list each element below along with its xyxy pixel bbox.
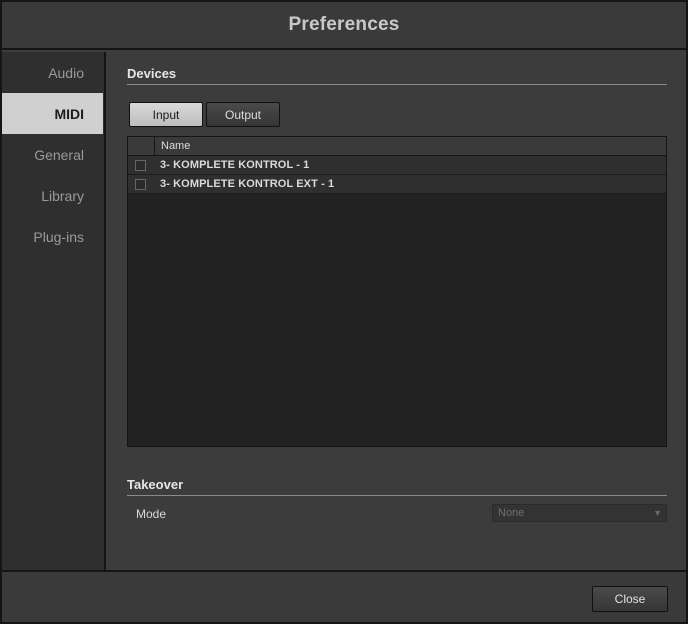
sidebar-item-plug-ins[interactable]: Plug-ins	[2, 216, 103, 257]
device-name: 3- KOMPLETE KONTROL EXT - 1	[160, 178, 335, 190]
sidebar-item-library[interactable]: Library	[2, 175, 103, 216]
takeover-section-title: Takeover	[127, 477, 667, 496]
midi-device-table: Name 3- KOMPLETE KONTROL - 1 3- KOMPLETE…	[127, 136, 667, 447]
device-name: 3- KOMPLETE KONTROL - 1	[160, 159, 310, 171]
device-enable-checkbox[interactable]	[135, 178, 146, 190]
sidebar-item-midi[interactable]: MIDI	[2, 93, 103, 134]
footer-bar: Close	[2, 570, 686, 622]
checkbox-column-header	[128, 137, 155, 155]
close-button[interactable]: Close	[592, 586, 668, 612]
mode-select[interactable]: None ▼	[492, 504, 667, 522]
table-header: Name	[128, 137, 666, 156]
dropdown-arrow-icon: ▼	[653, 508, 662, 518]
sidebar: Audio MIDI General Library Plug-ins	[2, 52, 106, 570]
table-row: 3- KOMPLETE KONTROL - 1	[128, 156, 666, 175]
sidebar-item-audio[interactable]: Audio	[2, 52, 103, 93]
preferences-window: Preferences Audio MIDI General Library P…	[0, 0, 688, 624]
mode-select-value: None	[498, 507, 525, 519]
midi-preferences-panel: Devices Input Output Name 3- KOMPLETE KO…	[106, 52, 686, 570]
sidebar-item-general[interactable]: General	[2, 134, 103, 175]
output-tab-button[interactable]: Output	[206, 102, 280, 127]
device-enable-checkbox[interactable]	[135, 159, 146, 171]
title-bar: Preferences	[2, 2, 686, 50]
mode-label: Mode	[136, 507, 167, 521]
name-column-header: Name	[161, 140, 191, 152]
input-tab-button[interactable]: Input	[129, 102, 203, 127]
devices-section-title: Devices	[127, 66, 667, 85]
table-row: 3- KOMPLETE KONTROL EXT - 1	[128, 175, 666, 194]
window-title: Preferences	[288, 14, 400, 35]
